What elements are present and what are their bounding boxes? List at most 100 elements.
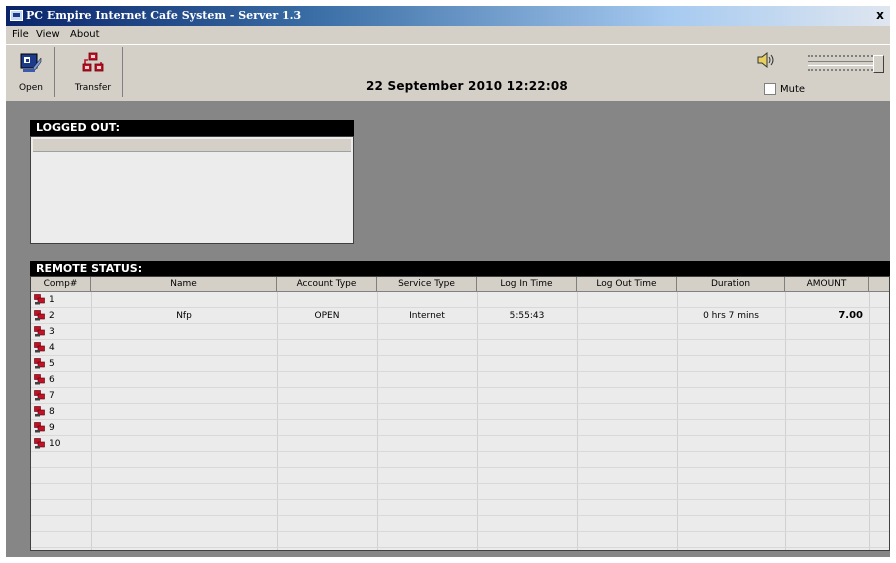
table-row[interactable] bbox=[31, 532, 889, 548]
table-row[interactable]: 9 bbox=[31, 420, 889, 436]
col-login-time[interactable]: Log In Time bbox=[477, 277, 577, 292]
cell-name: Nfp bbox=[176, 311, 192, 321]
table-row[interactable]: 1 bbox=[31, 292, 889, 308]
cell-service-type bbox=[377, 404, 477, 420]
cell-logout-time bbox=[577, 324, 677, 340]
cell-amount bbox=[785, 324, 869, 340]
remote-status-title: REMOTE STATUS: bbox=[30, 261, 890, 276]
cell-name bbox=[91, 420, 277, 436]
logged-out-list-header bbox=[33, 139, 351, 152]
cell-login-time bbox=[477, 388, 577, 404]
col-amount[interactable]: AMOUNT bbox=[785, 277, 869, 292]
computer-icon bbox=[34, 406, 45, 417]
col-duration[interactable]: Duration bbox=[677, 277, 785, 292]
cell-duration bbox=[677, 404, 785, 420]
cell-name bbox=[91, 324, 277, 340]
cell-logout-time bbox=[577, 308, 677, 324]
table-row[interactable]: 10 bbox=[31, 436, 889, 452]
cell-login-time bbox=[477, 292, 577, 308]
cell-service-type bbox=[377, 420, 477, 436]
open-icon bbox=[20, 53, 42, 72]
table-row[interactable]: 3 bbox=[31, 324, 889, 340]
comp-number: 1 bbox=[49, 295, 55, 305]
computer-icon bbox=[34, 390, 45, 401]
cell-amount bbox=[785, 420, 869, 436]
cell-account-type bbox=[277, 404, 377, 420]
cell-amount bbox=[785, 356, 869, 372]
comp-number: 3 bbox=[49, 327, 55, 337]
remote-status-grid[interactable]: Comp# Name Account Type Service Type Log… bbox=[30, 276, 890, 551]
close-button[interactable]: x bbox=[872, 8, 888, 23]
mute-checkbox[interactable]: Mute bbox=[764, 83, 805, 95]
col-logout-time[interactable]: Log Out Time bbox=[577, 277, 677, 292]
table-row[interactable] bbox=[31, 452, 889, 468]
col-comp[interactable]: Comp# bbox=[31, 277, 91, 292]
table-row[interactable]: 7 bbox=[31, 388, 889, 404]
logged-out-panel: LOGGED OUT: bbox=[30, 120, 354, 244]
cell-duration bbox=[677, 420, 785, 436]
col-service-type[interactable]: Service Type bbox=[377, 277, 477, 292]
cell-service-type: Internet bbox=[409, 311, 445, 321]
transfer-label: Transfer bbox=[74, 83, 112, 93]
open-label: Open bbox=[18, 83, 44, 93]
table-row[interactable]: 8 bbox=[31, 404, 889, 420]
volume-slider[interactable] bbox=[806, 49, 886, 75]
transfer-button[interactable]: Transfer bbox=[64, 47, 123, 97]
cell-account-type bbox=[277, 324, 377, 340]
cell-service-type bbox=[377, 388, 477, 404]
cell-name bbox=[91, 388, 277, 404]
cell-logout-time bbox=[577, 372, 677, 388]
table-row[interactable] bbox=[31, 500, 889, 516]
cell-account-type bbox=[277, 340, 377, 356]
comp-number: 8 bbox=[49, 407, 55, 417]
slider-thumb[interactable] bbox=[873, 55, 884, 73]
cell-account-type bbox=[277, 292, 377, 308]
cell-login-time bbox=[477, 436, 577, 452]
comp-number: 10 bbox=[49, 439, 61, 449]
cell-service-type bbox=[377, 324, 477, 340]
cell-account-type: OPEN bbox=[314, 311, 340, 321]
window-title: PC Empire Internet Cafe System - Server … bbox=[26, 9, 302, 22]
mute-label: Mute bbox=[780, 84, 806, 95]
open-button[interactable]: Open bbox=[8, 47, 55, 97]
transfer-icon bbox=[82, 52, 104, 72]
cell-name bbox=[91, 404, 277, 420]
cell-amount bbox=[785, 292, 869, 308]
computer-icon bbox=[34, 294, 45, 305]
logged-out-list[interactable] bbox=[30, 136, 354, 244]
table-row[interactable] bbox=[31, 484, 889, 500]
cell-amount bbox=[785, 388, 869, 404]
table-row[interactable] bbox=[31, 468, 889, 484]
computer-icon bbox=[34, 310, 45, 321]
col-account-type[interactable]: Account Type bbox=[277, 277, 377, 292]
current-datetime: 22 September 2010 12:22:08 bbox=[366, 79, 568, 93]
logged-out-title: LOGGED OUT: bbox=[30, 120, 354, 136]
menu-about[interactable]: About bbox=[70, 29, 100, 40]
menu-view[interactable]: View bbox=[36, 29, 60, 40]
computer-icon bbox=[34, 438, 45, 449]
computer-icon bbox=[34, 358, 45, 369]
cell-service-type bbox=[377, 356, 477, 372]
cell-duration bbox=[677, 388, 785, 404]
cell-name bbox=[91, 436, 277, 452]
table-row[interactable]: 4 bbox=[31, 340, 889, 356]
title-bar[interactable]: PC Empire Internet Cafe System - Server … bbox=[6, 6, 890, 26]
table-row[interactable]: 6 bbox=[31, 372, 889, 388]
computer-icon bbox=[34, 374, 45, 385]
menu-file[interactable]: File bbox=[12, 29, 29, 40]
table-row[interactable]: 5 bbox=[31, 356, 889, 372]
cell-amount bbox=[785, 340, 869, 356]
mute-checkbox-box[interactable] bbox=[764, 83, 776, 95]
cell-duration bbox=[677, 436, 785, 452]
table-row[interactable] bbox=[31, 516, 889, 532]
table-row[interactable]: 2 Nfp OPEN Internet 5:55:43 0 hrs 7 mins 7.00 bbox=[31, 308, 889, 324]
cell-login-time bbox=[477, 340, 577, 356]
cell-duration bbox=[677, 340, 785, 356]
cell-name bbox=[91, 340, 277, 356]
col-name[interactable]: Name bbox=[91, 277, 277, 292]
cell-duration bbox=[677, 292, 785, 308]
cell-login-time bbox=[477, 324, 577, 340]
cell-service-type bbox=[377, 292, 477, 308]
cell-logout-time bbox=[577, 420, 677, 436]
menu-bar: File View About bbox=[6, 27, 890, 44]
